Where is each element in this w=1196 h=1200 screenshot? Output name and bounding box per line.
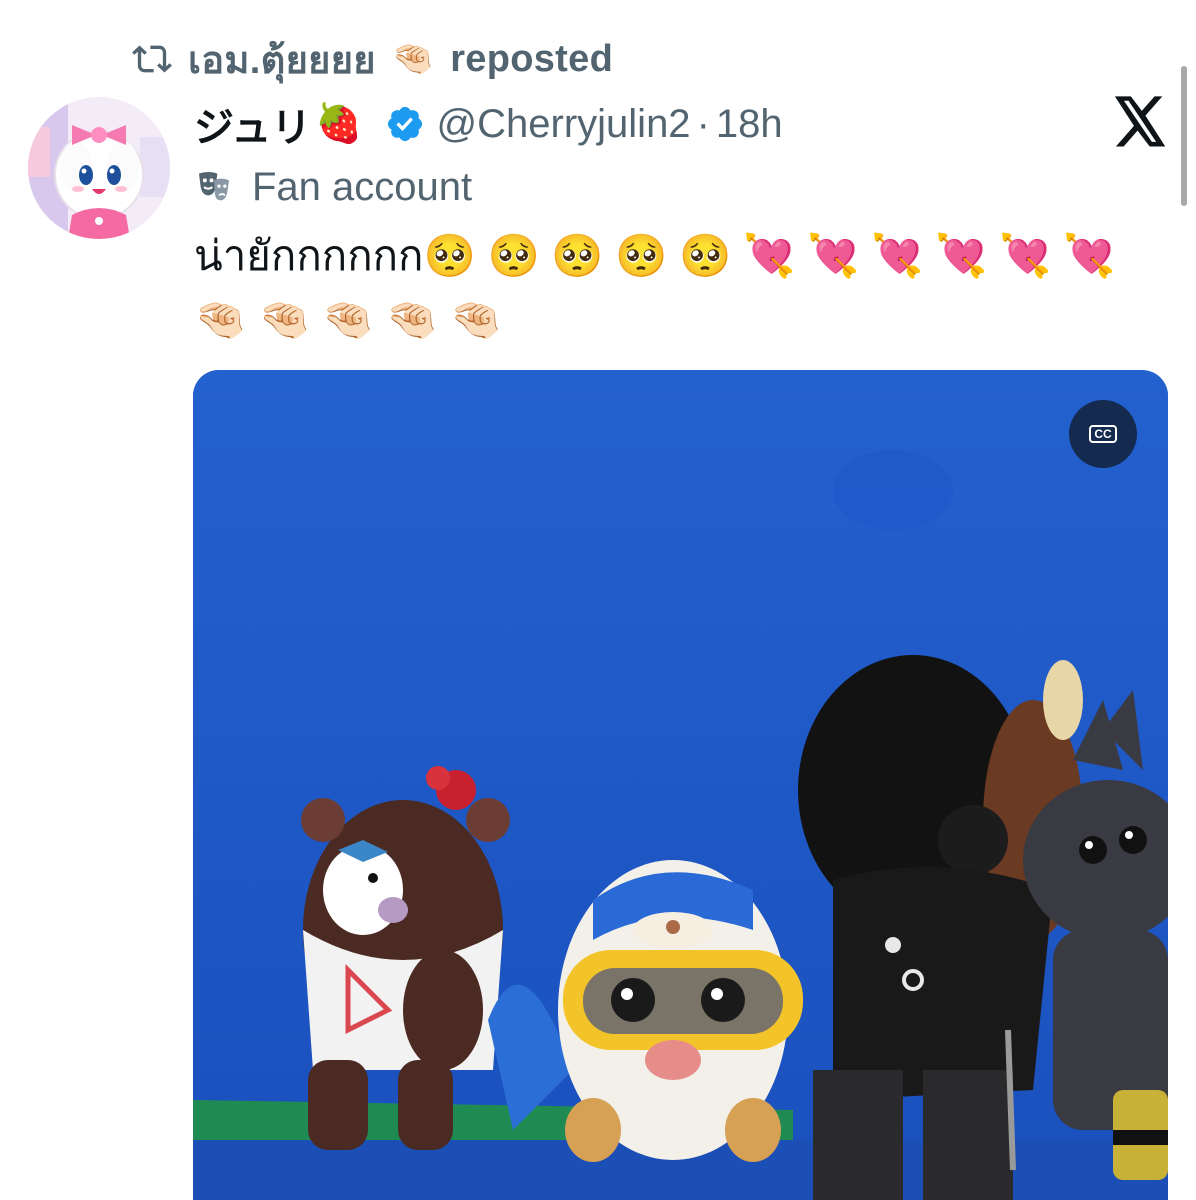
- post-time[interactable]: 18h: [716, 102, 783, 147]
- captions-button[interactable]: CC: [1069, 400, 1137, 468]
- avatar[interactable]: [28, 97, 170, 239]
- reposter-emoji: 🤏🏻: [391, 40, 435, 78]
- video-media[interactable]: CC: [193, 370, 1168, 1200]
- avatar-image: [28, 97, 170, 239]
- tweet-text: น่ายักกกกกก🥺 🥺 🥺 🥺 🥺 💘 💘 💘 💘 💘 💘 🤏🏻 🤏🏻 🤏…: [194, 232, 1116, 343]
- x-logo-icon: [1112, 96, 1168, 148]
- cc-icon: CC: [1089, 425, 1117, 443]
- author-emoji: 🍓: [315, 103, 363, 145]
- scrollbar[interactable]: [1181, 66, 1187, 206]
- meta-separator: ·: [696, 101, 710, 146]
- account-label[interactable]: Fan account: [194, 162, 472, 212]
- repost-context[interactable]: เอม.ตุ้ยยยย 🤏🏻 reposted: [132, 34, 613, 84]
- repost-icon: [132, 45, 172, 73]
- video-frame: [193, 370, 1168, 1200]
- account-label-text: Fan account: [252, 164, 473, 209]
- verified-badge-icon: [385, 104, 425, 144]
- author-name[interactable]: ジュリ: [194, 95, 311, 153]
- reposter-name[interactable]: เอม.ตุ้ยยยย: [188, 29, 376, 90]
- tweet-header: ジュリ 🍓 @Cherryjulin2 · 18h: [194, 96, 783, 152]
- author-handle[interactable]: @Cherryjulin2: [437, 102, 691, 147]
- theater-masks-icon: [199, 172, 229, 201]
- repost-label: reposted: [450, 37, 614, 80]
